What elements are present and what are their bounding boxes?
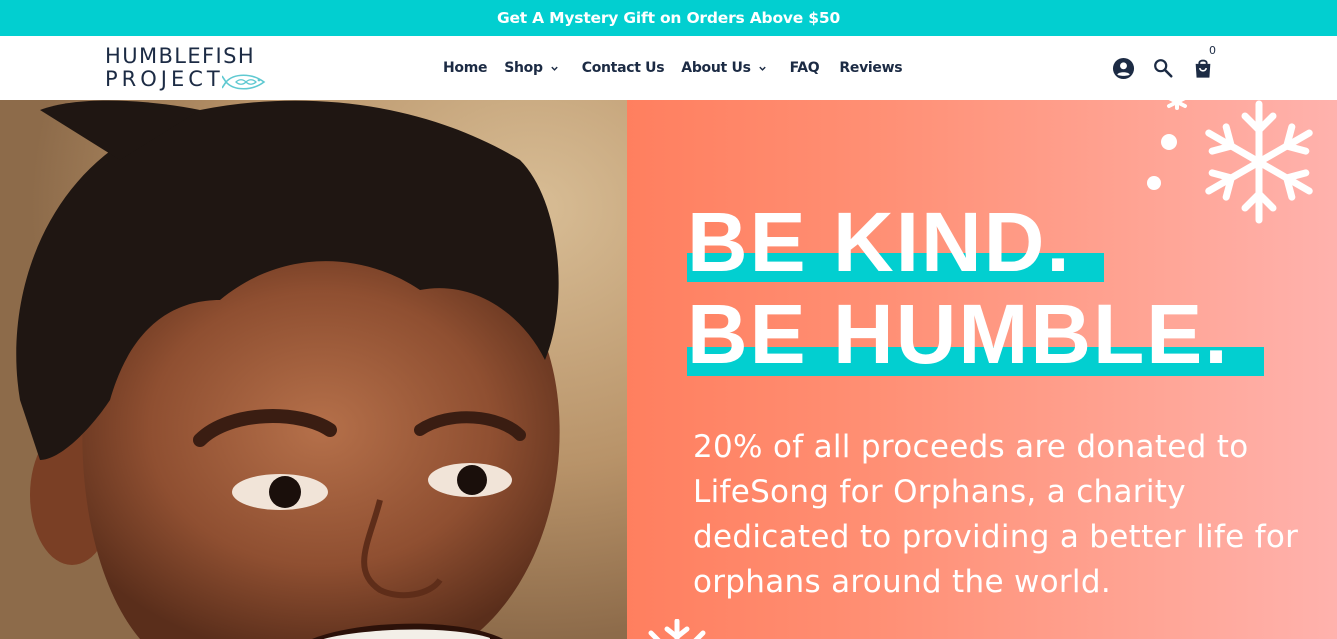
nav-item-about[interactable]: About Us <box>681 60 766 76</box>
hero-banner[interactable]: BE KIND. BE HUMBLE. 20% of all proceeds … <box>0 100 1337 639</box>
snowflake-icon <box>1205 100 1313 224</box>
promo-text: Get A Mystery Gift on Orders Above $50 <box>496 9 841 27</box>
logo-line1: HUMBLEFISH <box>105 44 256 68</box>
hero-body-text: 20% of all proceeds are donated to LifeS… <box>693 429 1299 600</box>
nav-item-label: Contact Us <box>581 60 665 76</box>
nav-item-faq[interactable]: FAQ <box>790 60 820 76</box>
chevron-down-icon <box>758 66 766 71</box>
nav-item-label: Shop <box>504 60 543 76</box>
boy-portrait-illustration <box>0 100 627 639</box>
snowflake-bottom-icon <box>648 619 706 639</box>
snowflake-small-icon <box>1167 100 1187 110</box>
headline-line1: BE KIND. <box>687 195 1072 289</box>
promo-bar: Get A Mystery Gift on Orders Above $50 <box>0 0 1337 36</box>
header-icons: 0 <box>1111 36 1231 100</box>
logo-line2: PROJECT <box>105 67 224 91</box>
search-button[interactable] <box>1151 56 1175 80</box>
main-nav: Home Shop Contact Us About Us FAQ Review… <box>443 36 919 100</box>
nav-item-home[interactable]: Home <box>443 60 488 76</box>
nav-item-shop[interactable]: Shop <box>504 60 559 76</box>
headline-line2: BE HUMBLE. <box>687 287 1230 381</box>
nav-item-label: About Us <box>681 60 751 76</box>
shopping-bag-icon <box>1195 59 1211 78</box>
search-icon <box>1154 59 1173 78</box>
nav-item-label: Reviews <box>839 60 903 76</box>
nav-item-label: FAQ <box>789 60 820 76</box>
nav-item-label: Home <box>443 60 488 76</box>
smiling-boy-photo <box>0 100 627 639</box>
account-button[interactable] <box>1111 56 1135 80</box>
nav-item-reviews[interactable]: Reviews <box>839 60 902 76</box>
cart-count-badge: 0 <box>1209 44 1216 57</box>
fish-logo-icon <box>222 74 266 90</box>
site-header: HUMBLEFISH PROJECT Home Shop Contact Us … <box>0 36 1337 100</box>
chevron-down-icon <box>551 66 558 71</box>
snow-dot-icon <box>1161 134 1177 150</box>
snow-dot-icon <box>1147 176 1161 190</box>
account-circle-icon <box>1112 57 1134 79</box>
nav-item-contact[interactable]: Contact Us <box>582 60 665 76</box>
promo-panel: BE KIND. BE HUMBLE. 20% of all proceeds … <box>627 100 1337 639</box>
site-logo[interactable]: HUMBLEFISH PROJECT <box>105 44 280 92</box>
cart-button[interactable]: 0 <box>1191 44 1216 80</box>
